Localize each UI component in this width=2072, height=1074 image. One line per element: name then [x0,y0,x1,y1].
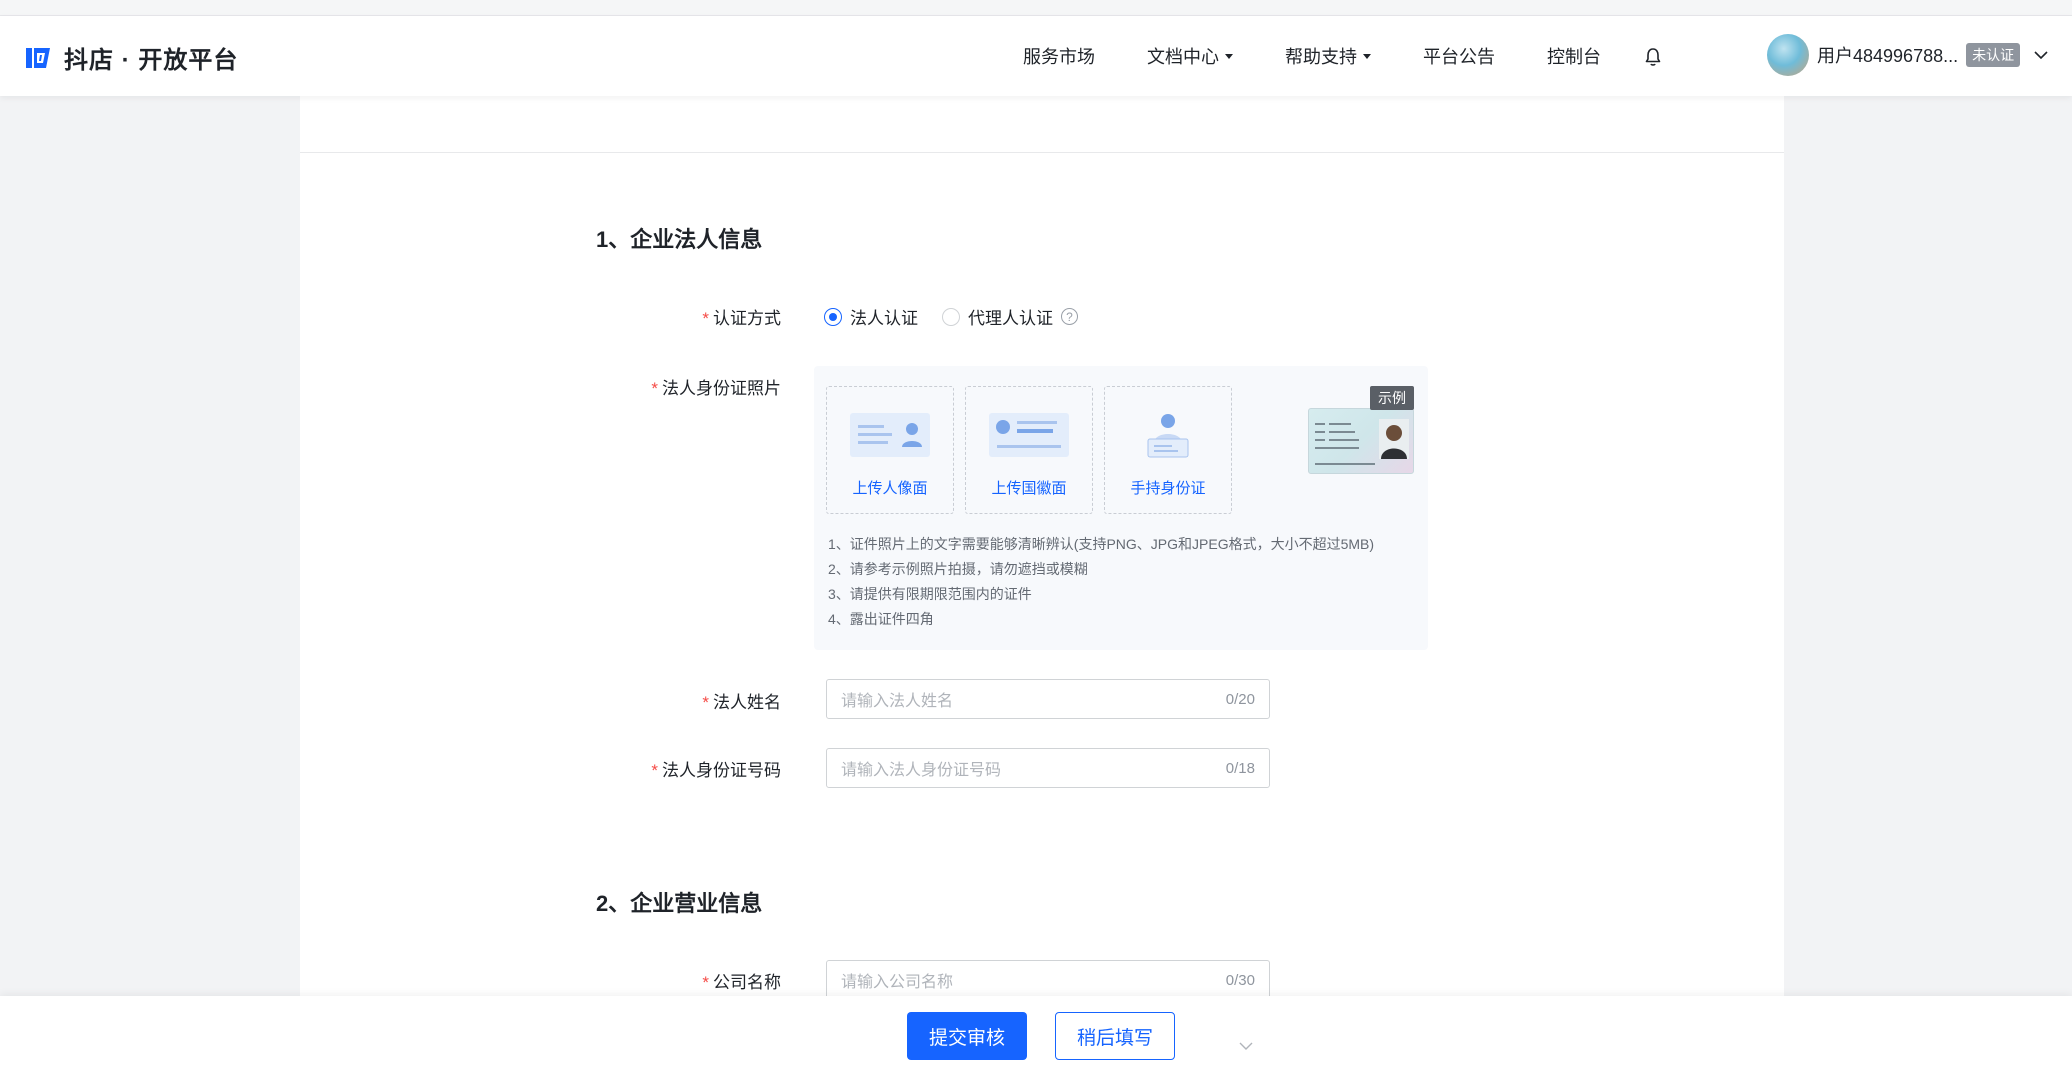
section-title-business-info: 2、企业营业信息 [596,891,763,916]
user-name: 用户484996788... [1817,46,1959,66]
tip-item: 2、请参考示例照片拍摄，请勿遮挡或模糊 [828,561,1088,577]
bell-icon[interactable] [1643,46,1663,68]
placeholder: 请输入法人身份证号码 [841,762,1002,779]
chevron-down-icon[interactable] [1238,1038,1254,1054]
nav-item-service-market[interactable]: 服务市场 [1023,43,1095,69]
nav-item-label: 帮助支持 [1285,47,1357,67]
legal-id-label: * 法人身份证号码 [521,756,781,781]
user-menu[interactable]: 用户484996788... 未认证 [1767,34,2048,76]
tip-item: 3、请提供有限期限范围内的证件 [828,586,1032,602]
legal-id-label-text: 法人身份证号码 [662,761,781,780]
radio-checked-icon [824,307,842,326]
id-photo-label-text: 法人身份证照片 [662,379,781,398]
auth-method-label-text: 认证方式 [713,309,781,328]
nav-item-docs[interactable]: 文档中心 [1147,43,1233,69]
example-id-card[interactable]: 示例 [1308,386,1414,476]
nav-item-label: 控制台 [1547,47,1601,67]
hand-held-id-icon [1147,414,1189,458]
tip-item: 1、证件照片上的文字需要能够清晰辨认(支持PNG、JPG和JPEG格式，大小不超… [828,536,1375,552]
radio-agent[interactable]: 代理人认证 ? [942,304,1078,329]
doudian-logo-icon [26,47,50,68]
example-id-image [1308,408,1414,474]
nav-item-help[interactable]: 帮助支持 [1285,43,1371,69]
upload-portrait-side[interactable]: 上传人像面 [826,386,954,514]
radio-unchecked-icon [942,307,960,326]
caret-down-icon [1225,53,1233,59]
legal-name-label: * 法人姓名 [521,688,781,713]
upload-tips: 1、证件照片上的文字需要能够清晰辨认(支持PNG、JPG和JPEG格式，大小不超… [828,532,1374,632]
upload-emblem-side[interactable]: 上传国徽面 [965,386,1093,514]
legal-name-label-text: 法人姓名 [713,693,781,712]
company-name-input[interactable]: 请输入公司名称 0/30 [826,960,1270,1000]
chevron-down-icon [2034,51,2048,60]
company-name-label-text: 公司名称 [713,973,781,992]
submit-review-button[interactable]: 提交审核 [907,1012,1027,1060]
nav-item-label: 文档中心 [1147,47,1219,67]
browser-top-strip [0,0,2072,16]
action-footer: 提交审核 稍后填写 [0,996,2072,1074]
radio-label: 法人认证 [850,309,918,328]
brand[interactable]: 抖店 · 开放平台 [22,40,238,75]
top-navbar: 抖店 · 开放平台 服务市场 文档中心 帮助支持 平台公告 控制台 用户4849… [0,16,2072,96]
nav-item-label: 服务市场 [1023,47,1095,67]
required-mark: * [702,973,709,992]
fill-later-button[interactable]: 稍后填写 [1055,1012,1175,1060]
avatar [1767,34,1809,76]
nav-item-announcements[interactable]: 平台公告 [1423,43,1495,69]
brand-name: 抖店 · 开放平台 [64,47,239,74]
divider [300,152,1784,153]
legal-name-input[interactable]: 请输入法人姓名 0/20 [826,679,1270,719]
section-title-legal-info: 1、企业法人信息 [596,227,763,252]
example-tag: 示例 [1370,386,1414,410]
required-mark: * [702,309,709,328]
placeholder: 请输入法人姓名 [841,693,954,710]
upload-caption: 上传人像面 [852,480,928,497]
char-counter: 0/30 [1225,971,1255,989]
id-photo-upload-panel: 上传人像面 上传国徽面 手持身份证 示例 1、证件照片上的文字需要能够清晰辨认(… [814,366,1428,650]
radio-legal-person[interactable]: 法人认证 [824,304,918,329]
auth-method-radio-group: 法人认证 代理人认证 ? [824,304,1092,329]
status-badge: 未认证 [1966,43,2021,67]
upload-caption: 手持身份证 [1130,480,1206,497]
upload-hand-held[interactable]: 手持身份证 [1104,386,1232,514]
main-nav: 服务市场 文档中心 帮助支持 平台公告 控制台 [1023,16,1653,96]
radio-label: 代理人认证 [968,309,1053,328]
char-counter: 0/18 [1225,759,1255,777]
nav-item-console[interactable]: 控制台 [1547,43,1601,69]
nav-item-label: 平台公告 [1423,47,1495,67]
upload-caption: 上传国徽面 [991,480,1067,497]
id-card-emblem-icon [989,413,1069,457]
id-photo-label: * 法人身份证照片 [521,374,781,399]
id-card-portrait-icon [850,413,930,457]
company-name-label: * 公司名称 [521,968,781,993]
char-counter: 0/20 [1225,690,1255,708]
legal-id-input[interactable]: 请输入法人身份证号码 0/18 [826,748,1270,788]
caret-down-icon [1363,53,1371,59]
placeholder: 请输入公司名称 [841,974,954,991]
required-mark: * [702,693,709,712]
required-mark: * [651,379,658,398]
example-id-illustration [1315,419,1409,465]
help-icon[interactable]: ? [1061,308,1078,325]
required-mark: * [651,761,658,780]
auth-method-label: * 认证方式 [521,304,781,329]
tip-item: 4、露出证件四角 [828,611,934,627]
